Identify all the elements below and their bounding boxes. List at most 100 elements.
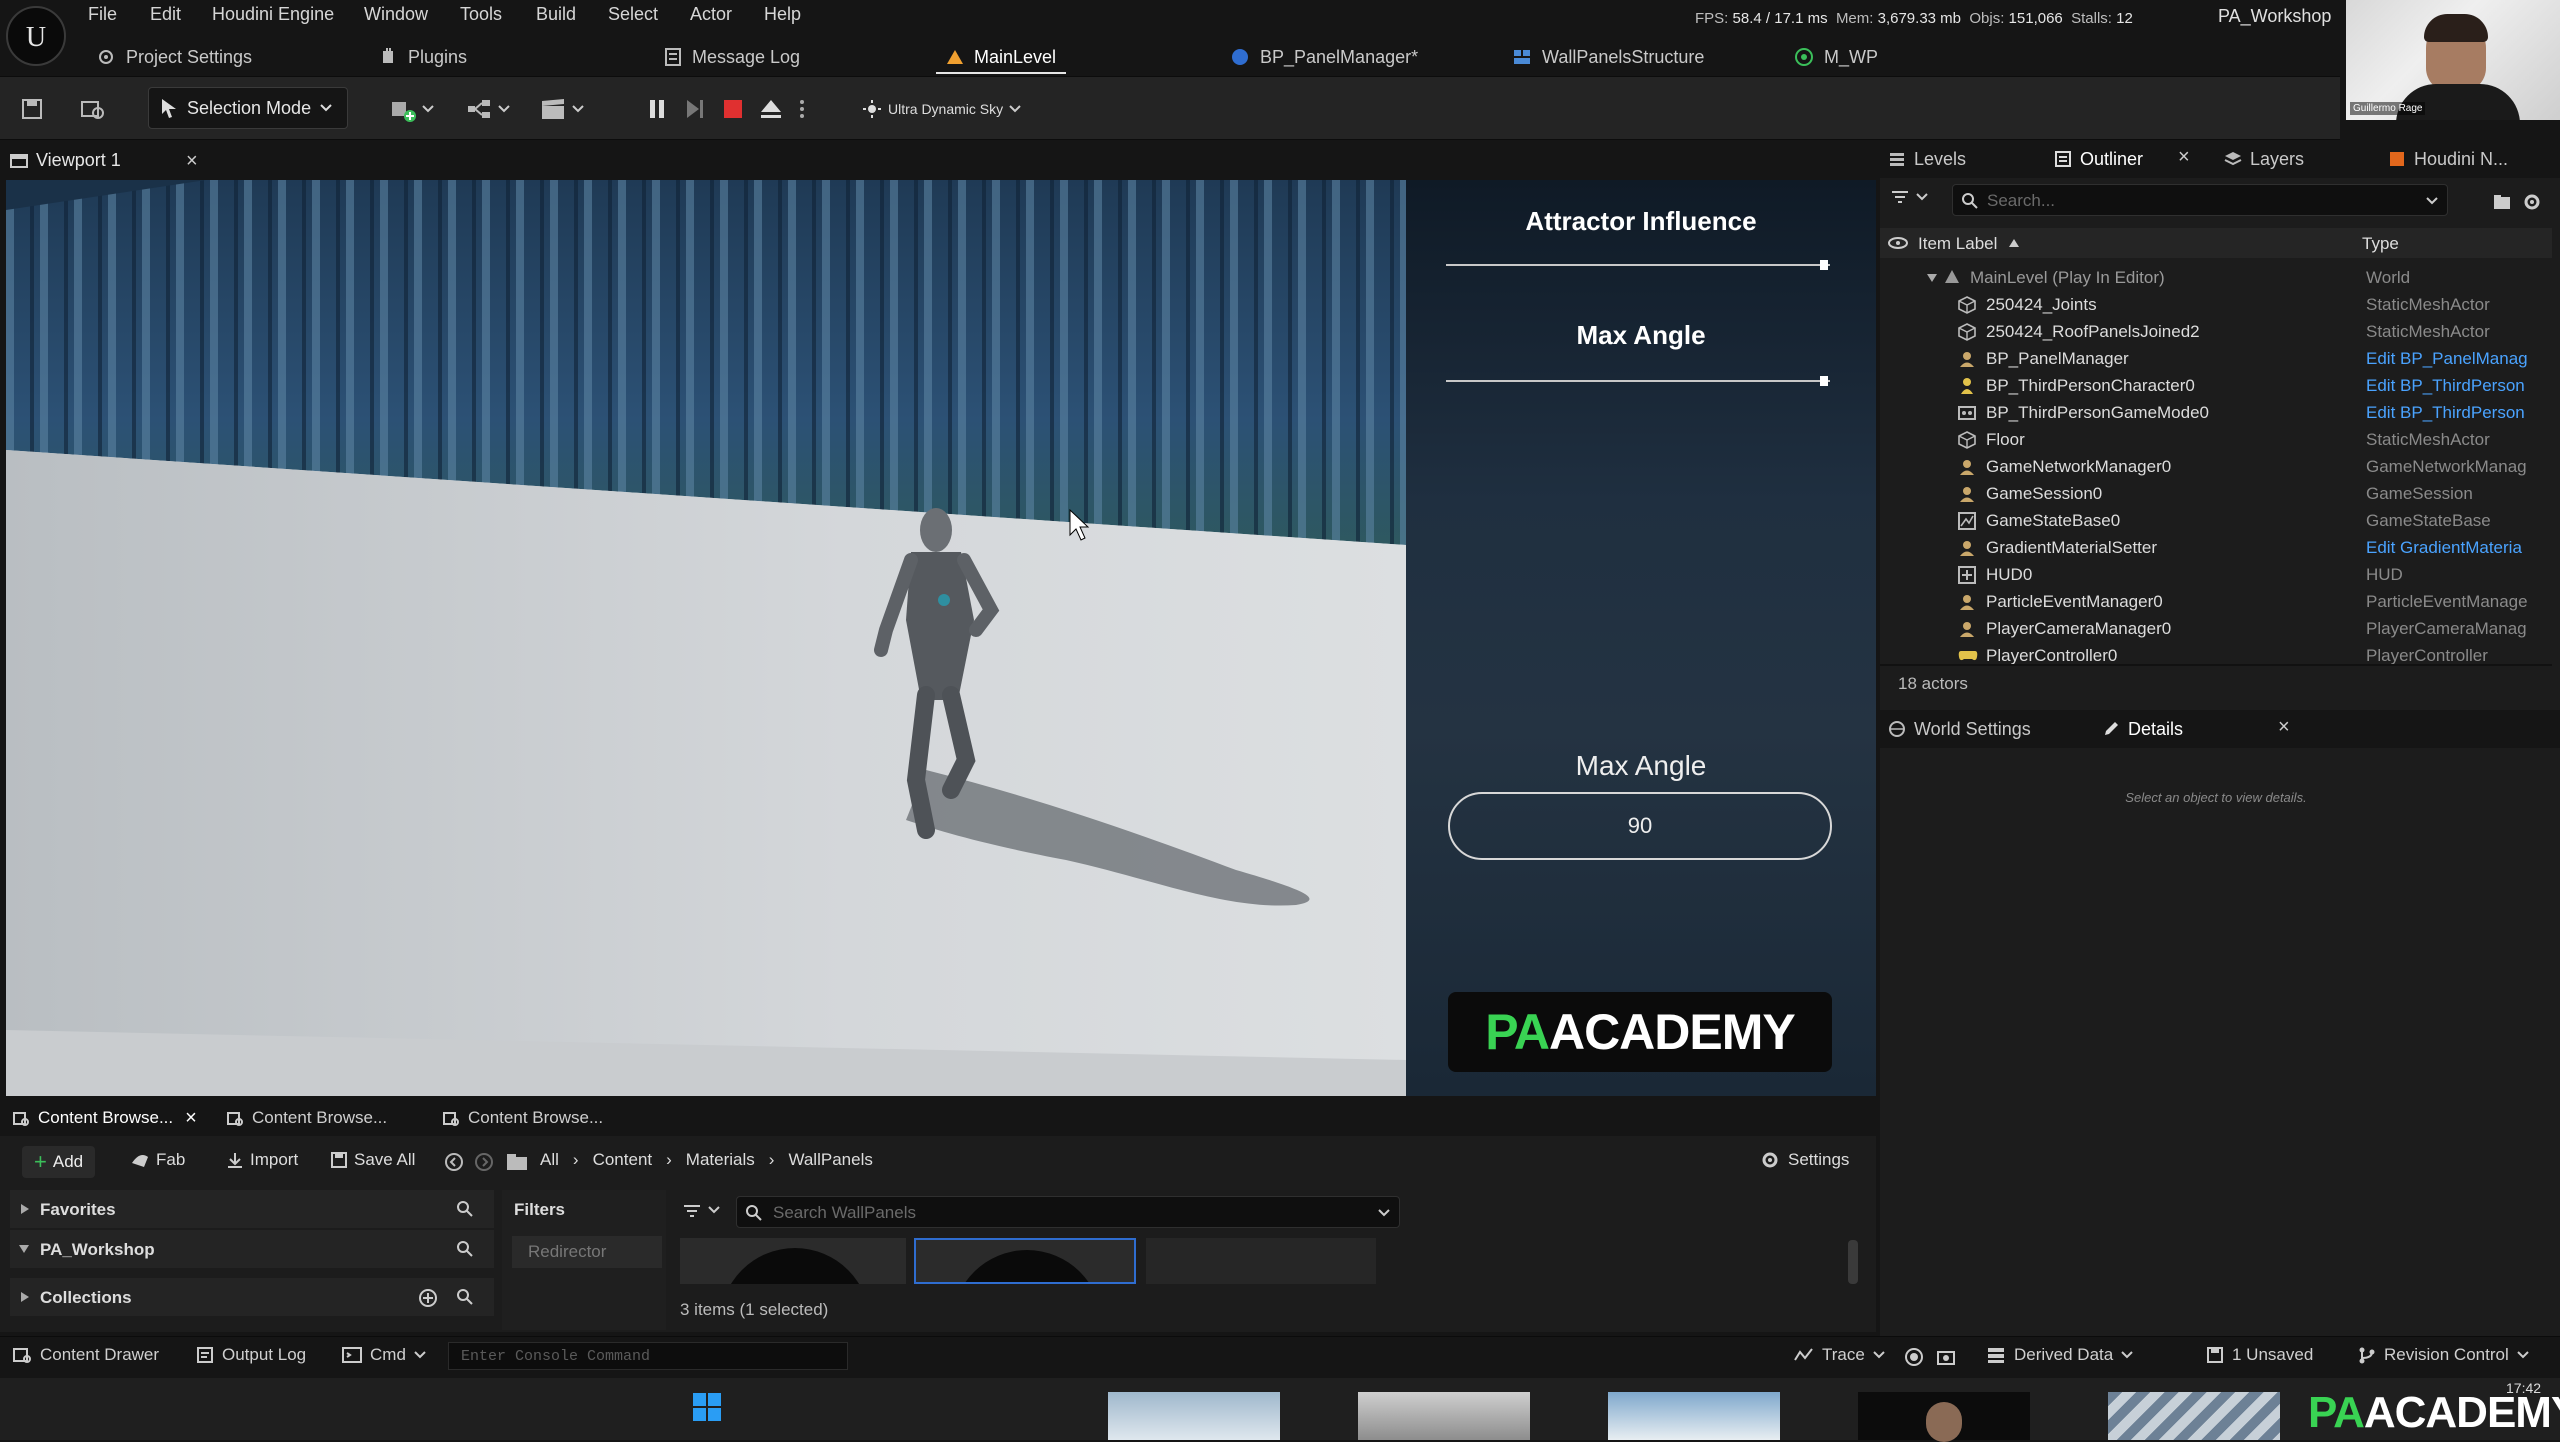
column-type[interactable]: Type [2362,234,2399,254]
outliner-row[interactable]: ParticleEventManager0 ParticleEventManage [1880,588,2552,615]
taskbar-preview-thumbnail[interactable] [1608,1392,1780,1440]
outliner-filter-button[interactable] [1890,188,1928,206]
cmd-dropdown[interactable]: Cmd [342,1345,426,1365]
stop-button[interactable] [722,89,744,129]
tab-content-browser-3[interactable]: Content Browse... [442,1100,603,1136]
add-button[interactable]: + Add [22,1146,96,1178]
folder-icon[interactable] [506,1152,528,1172]
menu-tools[interactable]: Tools [460,4,502,25]
outliner-row[interactable]: BP_ThirdPersonGameMode0 Edit BP_ThirdPers… [1880,399,2552,426]
attractor-influence-slider[interactable] [1446,264,1830,266]
filter-icon[interactable] [682,1202,702,1220]
menu-edit[interactable]: Edit [150,4,181,25]
search-icon[interactable] [456,1200,474,1218]
trace-dropdown[interactable]: Trace [1794,1345,1885,1365]
history-forward-icon[interactable] [474,1152,494,1172]
outliner-row[interactable]: BP_ThirdPersonCharacter0 Edit BP_ThirdPer… [1880,372,2552,399]
search-icon[interactable] [456,1240,474,1258]
tab-content-browser-1[interactable]: Content Browse... × [12,1100,197,1136]
breadcrumb-wallpanels[interactable]: WallPanels [788,1150,872,1170]
ultra-dynamic-sky-button[interactable]: Ultra Dynamic Sky [862,89,1021,129]
derived-data-dropdown[interactable]: Derived Data [1986,1345,2133,1365]
cb-settings-button[interactable]: Settings [1760,1150,1849,1170]
play-options-button[interactable] [798,89,806,129]
expand-arrow-icon[interactable] [1926,273,1938,283]
outliner-edit-link[interactable]: Edit BP_PanelManag [2366,349,2542,369]
save-button[interactable] [20,89,44,129]
console-command-input[interactable]: Enter Console Command [448,1342,848,1370]
max-angle-slider[interactable] [1446,380,1830,382]
menu-actor[interactable]: Actor [690,4,732,25]
add-folder-icon[interactable] [2492,192,2512,212]
tab-message-log[interactable]: Message Log [664,40,800,74]
asset-thumbnail[interactable] [680,1238,906,1284]
content-drawer-button[interactable]: Content Drawer [12,1345,159,1365]
menu-window[interactable]: Window [364,4,428,25]
close-icon[interactable]: × [186,150,198,173]
outliner-edit-link[interactable]: Edit BP_ThirdPerson [2366,403,2542,423]
eye-icon[interactable] [1888,236,1908,250]
asset-search-input[interactable]: Search WallPanels [736,1196,1400,1228]
outliner-row[interactable]: Floor StaticMeshActor [1880,426,2552,453]
unsaved-button[interactable]: 1 Unsaved [2206,1345,2313,1365]
history-back-icon[interactable] [444,1152,464,1172]
menu-help[interactable]: Help [764,4,801,25]
outliner-search-input[interactable]: Search... [1952,184,2448,216]
tab-m-wp[interactable]: M_WP [1794,40,1878,74]
max-angle-slider-handle[interactable] [1820,376,1828,386]
browse-button[interactable] [80,89,106,129]
outliner-row[interactable]: 250424_Joints StaticMeshActor [1880,291,2552,318]
breadcrumb-all[interactable]: All [540,1150,559,1170]
output-log-button[interactable]: Output Log [196,1345,306,1365]
outliner-row[interactable]: BP_PanelManager Edit BP_PanelManag [1880,345,2552,372]
pause-button[interactable] [646,89,668,129]
asset-thumbnail-selected[interactable] [914,1238,1136,1284]
outliner-edit-link[interactable]: Edit BP_ThirdPerson [2366,376,2542,396]
favorites-row[interactable]: Favorites [10,1190,494,1228]
menu-file[interactable]: File [88,4,117,25]
outliner-row[interactable]: GameStateBase0 GameStateBase [1880,507,2552,534]
tab-details[interactable]: Details [2102,710,2183,748]
tab-houdini[interactable]: Houdini N... [2388,140,2508,178]
step-button[interactable] [684,89,706,129]
record-icon[interactable] [1904,1347,1924,1367]
breadcrumb-content[interactable]: Content [593,1150,653,1170]
outliner-edit-link[interactable]: Edit GradientMateria [2366,538,2542,558]
taskbar-preview-thumbnail[interactable] [1108,1392,1280,1440]
tab-plugins[interactable]: Plugins [380,40,467,74]
asset-thumbnail[interactable] [1146,1238,1376,1284]
gear-icon[interactable] [2522,192,2542,212]
tab-viewport-1[interactable]: Viewport 1 [10,150,121,171]
tab-layers[interactable]: Layers [2224,140,2304,178]
eject-button[interactable] [760,89,782,129]
add-actor-button[interactable] [390,89,434,129]
close-icon[interactable]: × [2178,146,2190,169]
tab-outliner[interactable]: Outliner [2054,140,2143,178]
menu-houdini-engine[interactable]: Houdini Engine [212,4,334,25]
search-icon[interactable] [456,1288,474,1306]
outliner-row[interactable]: 250424_RoofPanelsJoined2 StaticMeshActor [1880,318,2552,345]
close-icon[interactable]: × [2278,716,2290,739]
redirector-filter[interactable]: Redirector [512,1236,662,1268]
tab-mainlevel[interactable]: MainLevel [935,40,1067,74]
camera-icon[interactable] [1936,1347,1956,1367]
menu-build[interactable]: Build [536,4,576,25]
windows-start-icon[interactable] [692,1392,722,1422]
unreal-logo-icon[interactable]: U [6,6,66,66]
collections-row[interactable]: Collections [10,1278,494,1316]
blueprint-menu-button[interactable] [466,89,510,129]
tab-wallpanelsstructure[interactable]: WallPanelsStructure [1512,40,1704,74]
outliner-row[interactable]: GradientMaterialSetter Edit GradientMater… [1880,534,2552,561]
tab-bp-panelmanager[interactable]: BP_PanelManager* [1230,40,1418,74]
attractor-slider-handle[interactable] [1820,260,1828,270]
outliner-root-row[interactable]: MainLevel (Play In Editor) World [1880,264,2552,291]
tab-content-browser-2[interactable]: Content Browse... [226,1100,387,1136]
taskbar-preview-thumbnail[interactable] [1858,1392,2030,1442]
cb-scrollbar[interactable] [1848,1240,1858,1284]
add-circle-icon[interactable] [418,1288,438,1308]
viewport-3d[interactable] [6,180,1406,1096]
project-row[interactable]: PA_Workshop [10,1230,494,1268]
selection-mode-dropdown[interactable]: Selection Mode [148,87,348,129]
outliner-row[interactable]: GameSession0 GameSession [1880,480,2552,507]
revision-control-dropdown[interactable]: Revision Control [2358,1345,2529,1365]
